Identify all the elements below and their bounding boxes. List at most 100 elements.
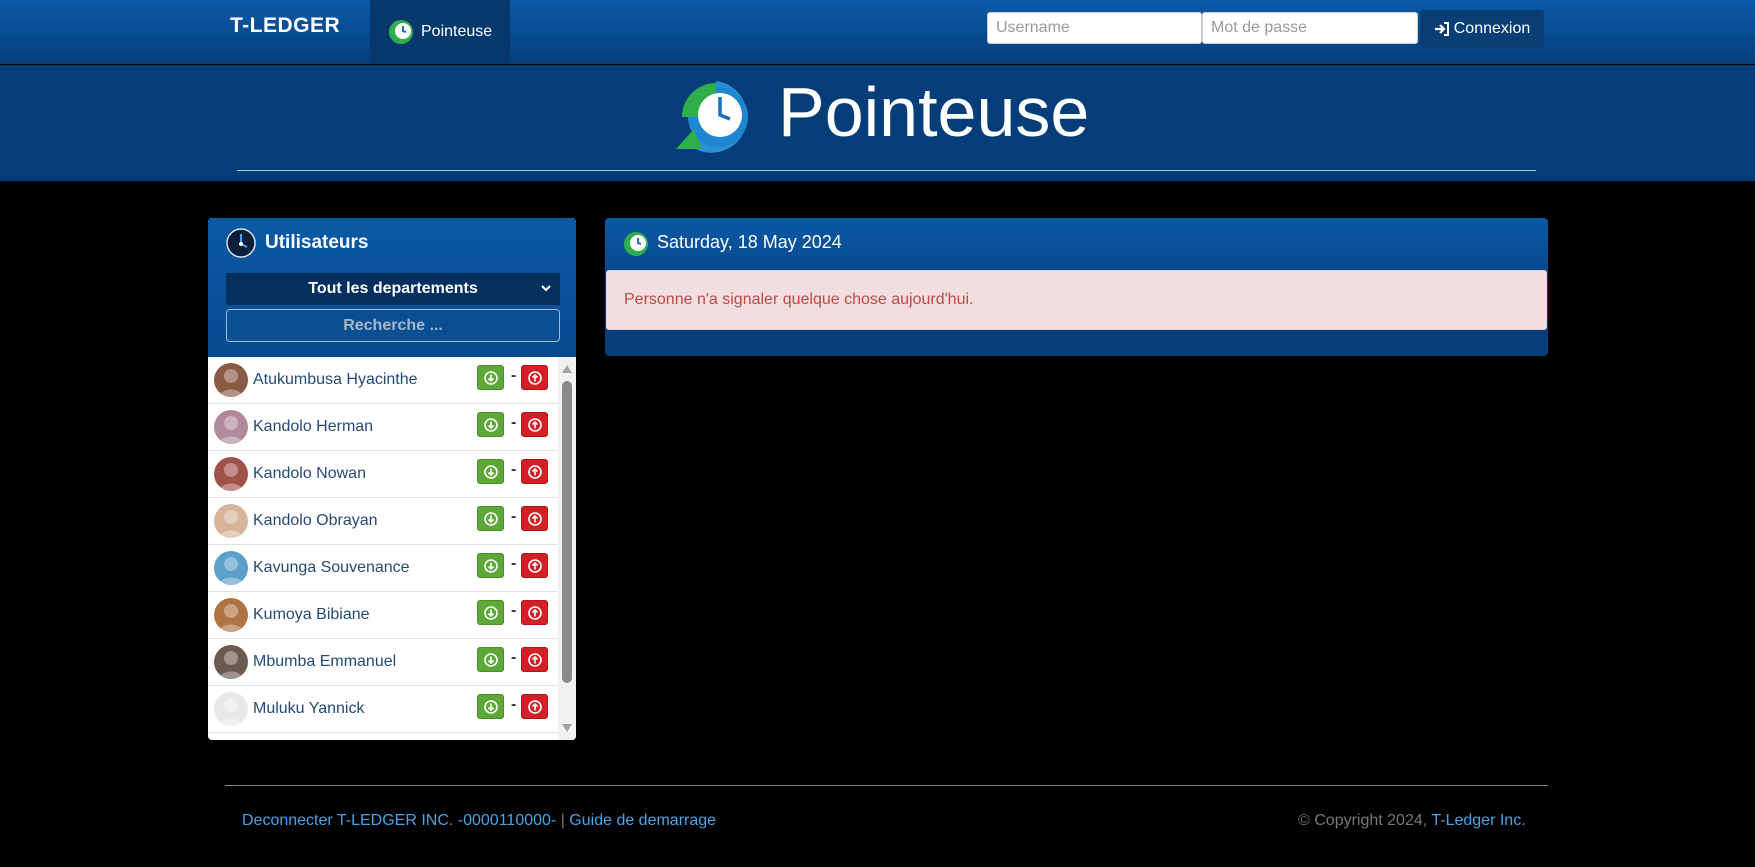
page-title: Pointeuse: [778, 73, 1090, 151]
arrow-up-circle-icon: [527, 511, 542, 526]
list-item[interactable]: Kavunga Souvenance -: [208, 545, 558, 592]
avatar: [214, 504, 248, 538]
avatar: [214, 410, 248, 444]
user-avatar-icon: [219, 416, 243, 444]
current-date: Saturday, 18 May 2024: [657, 232, 842, 252]
check-in-button[interactable]: [477, 506, 504, 531]
user-avatar-icon: [219, 651, 243, 679]
brand-logo-text[interactable]: T-LEDGER: [230, 14, 340, 38]
guide-link[interactable]: Guide de demarrage: [569, 812, 716, 829]
arrow-down-circle-icon: [483, 464, 498, 479]
check-in-button[interactable]: [477, 553, 504, 578]
check-in-button[interactable]: [477, 412, 504, 437]
check-in-button[interactable]: [477, 459, 504, 484]
list-item[interactable]: Muluku Yannick -: [208, 686, 558, 733]
hero-banner: Pointeuse: [0, 65, 1755, 181]
check-out-button[interactable]: [521, 694, 548, 719]
pointeuse-logo-icon: [676, 81, 748, 153]
user-avatar-icon: [219, 463, 243, 491]
copyright-text: © Copyright 2024,: [1298, 812, 1428, 829]
list-item[interactable]: Kandolo Herman -: [208, 404, 558, 451]
arrow-up-circle-icon: [527, 652, 542, 667]
sign-in-icon: [1434, 22, 1449, 36]
company-link[interactable]: T-Ledger Inc.: [1431, 812, 1525, 829]
arrow-down-circle-icon: [483, 511, 498, 526]
list-item[interactable]: Kumoya Bibiane -: [208, 592, 558, 639]
check-out-button[interactable]: [521, 459, 548, 484]
avatar: [214, 457, 248, 491]
arrow-down-circle-icon: [483, 699, 498, 714]
avatar: [214, 645, 248, 679]
separator-dash: -: [511, 508, 517, 525]
arrow-up-circle-icon: [527, 605, 542, 620]
separator-dash: -: [511, 414, 517, 431]
list-item[interactable]: Kandolo Nowan -: [208, 451, 558, 498]
footer-separator: |: [560, 812, 565, 829]
users-list: Atukumbusa Hyacinthe - Kandolo Herman - Kand…: [208, 357, 558, 740]
check-in-button[interactable]: [477, 365, 504, 390]
users-panel: Utilisateurs Tout les departements Atuku…: [208, 218, 576, 740]
daily-report-header: Saturday, 18 May 2024: [605, 218, 1548, 270]
hero-divider: [237, 170, 1536, 171]
scroll-up-arrow-icon[interactable]: [562, 365, 572, 373]
chevron-down-icon: [541, 285, 551, 292]
separator-dash: -: [511, 555, 517, 572]
list-item[interactable]: Mbumba Emmanuel -: [208, 639, 558, 686]
check-in-button[interactable]: [477, 647, 504, 672]
clock-icon: [624, 232, 648, 256]
check-out-button[interactable]: [521, 506, 548, 531]
check-out-button[interactable]: [521, 647, 548, 672]
user-name[interactable]: Mbumba Emmanuel: [253, 653, 396, 671]
avatar: [214, 551, 248, 585]
department-selected-value: Tout les departements: [308, 280, 478, 297]
list-item[interactable]: Kandolo Obrayan -: [208, 498, 558, 545]
arrow-down-circle-icon: [483, 417, 498, 432]
tab-pointeuse[interactable]: Pointeuse: [370, 0, 510, 64]
user-name[interactable]: Atukumbusa Hyacinthe: [253, 371, 418, 389]
scrollbar-thumb[interactable]: [562, 381, 572, 683]
separator-dash: -: [511, 649, 517, 666]
arrow-up-circle-icon: [527, 417, 542, 432]
login-button[interactable]: Connexion: [1420, 10, 1544, 48]
arrow-up-circle-icon: [527, 699, 542, 714]
user-name[interactable]: Kandolo Nowan: [253, 465, 366, 483]
check-out-button[interactable]: [521, 412, 548, 437]
arrow-up-circle-icon: [527, 464, 542, 479]
check-out-button[interactable]: [521, 553, 548, 578]
separator-dash: -: [511, 461, 517, 478]
login-label: Connexion: [1453, 20, 1531, 37]
separator-dash: -: [511, 367, 517, 384]
user-name[interactable]: Kandolo Obrayan: [253, 512, 378, 530]
user-name[interactable]: Kandolo Herman: [253, 418, 373, 436]
check-out-button[interactable]: [521, 600, 548, 625]
scroll-down-arrow-icon[interactable]: [562, 724, 572, 732]
username-input[interactable]: [987, 12, 1202, 44]
footer-links: Deconnecter T-LEDGER INC. -0000110000- |…: [242, 812, 716, 830]
check-in-button[interactable]: [477, 600, 504, 625]
arrow-down-circle-icon: [483, 558, 498, 573]
user-search-input[interactable]: [226, 309, 560, 342]
check-out-button[interactable]: [521, 365, 548, 390]
user-name[interactable]: Muluku Yannick: [253, 700, 364, 718]
separator-dash: -: [511, 602, 517, 619]
avatar: [214, 692, 248, 726]
user-name[interactable]: Kumoya Bibiane: [253, 606, 370, 624]
user-avatar-icon: [219, 557, 243, 585]
arrow-up-circle-icon: [527, 558, 542, 573]
avatar: [214, 363, 248, 397]
tab-label: Pointeuse: [421, 23, 493, 40]
check-in-button[interactable]: [477, 694, 504, 719]
arrow-down-circle-icon: [483, 605, 498, 620]
department-select[interactable]: Tout les departements: [226, 273, 560, 305]
users-clock-icon: [226, 228, 256, 258]
disconnect-link[interactable]: Deconnecter T-LEDGER INC. -0000110000-: [242, 812, 556, 829]
users-list-scrollbar[interactable]: [558, 357, 576, 740]
clock-icon: [389, 20, 413, 44]
list-item[interactable]: Atukumbusa Hyacinthe -: [208, 357, 558, 404]
footer-divider: [225, 785, 1548, 786]
no-report-alert: Personne n'a signaler quelque chose aujo…: [606, 270, 1547, 330]
user-name[interactable]: Kavunga Souvenance: [253, 559, 410, 577]
password-input[interactable]: [1202, 12, 1418, 44]
top-navbar: T-LEDGER Pointeuse Connexion: [0, 0, 1755, 64]
arrow-up-circle-icon: [527, 370, 542, 385]
